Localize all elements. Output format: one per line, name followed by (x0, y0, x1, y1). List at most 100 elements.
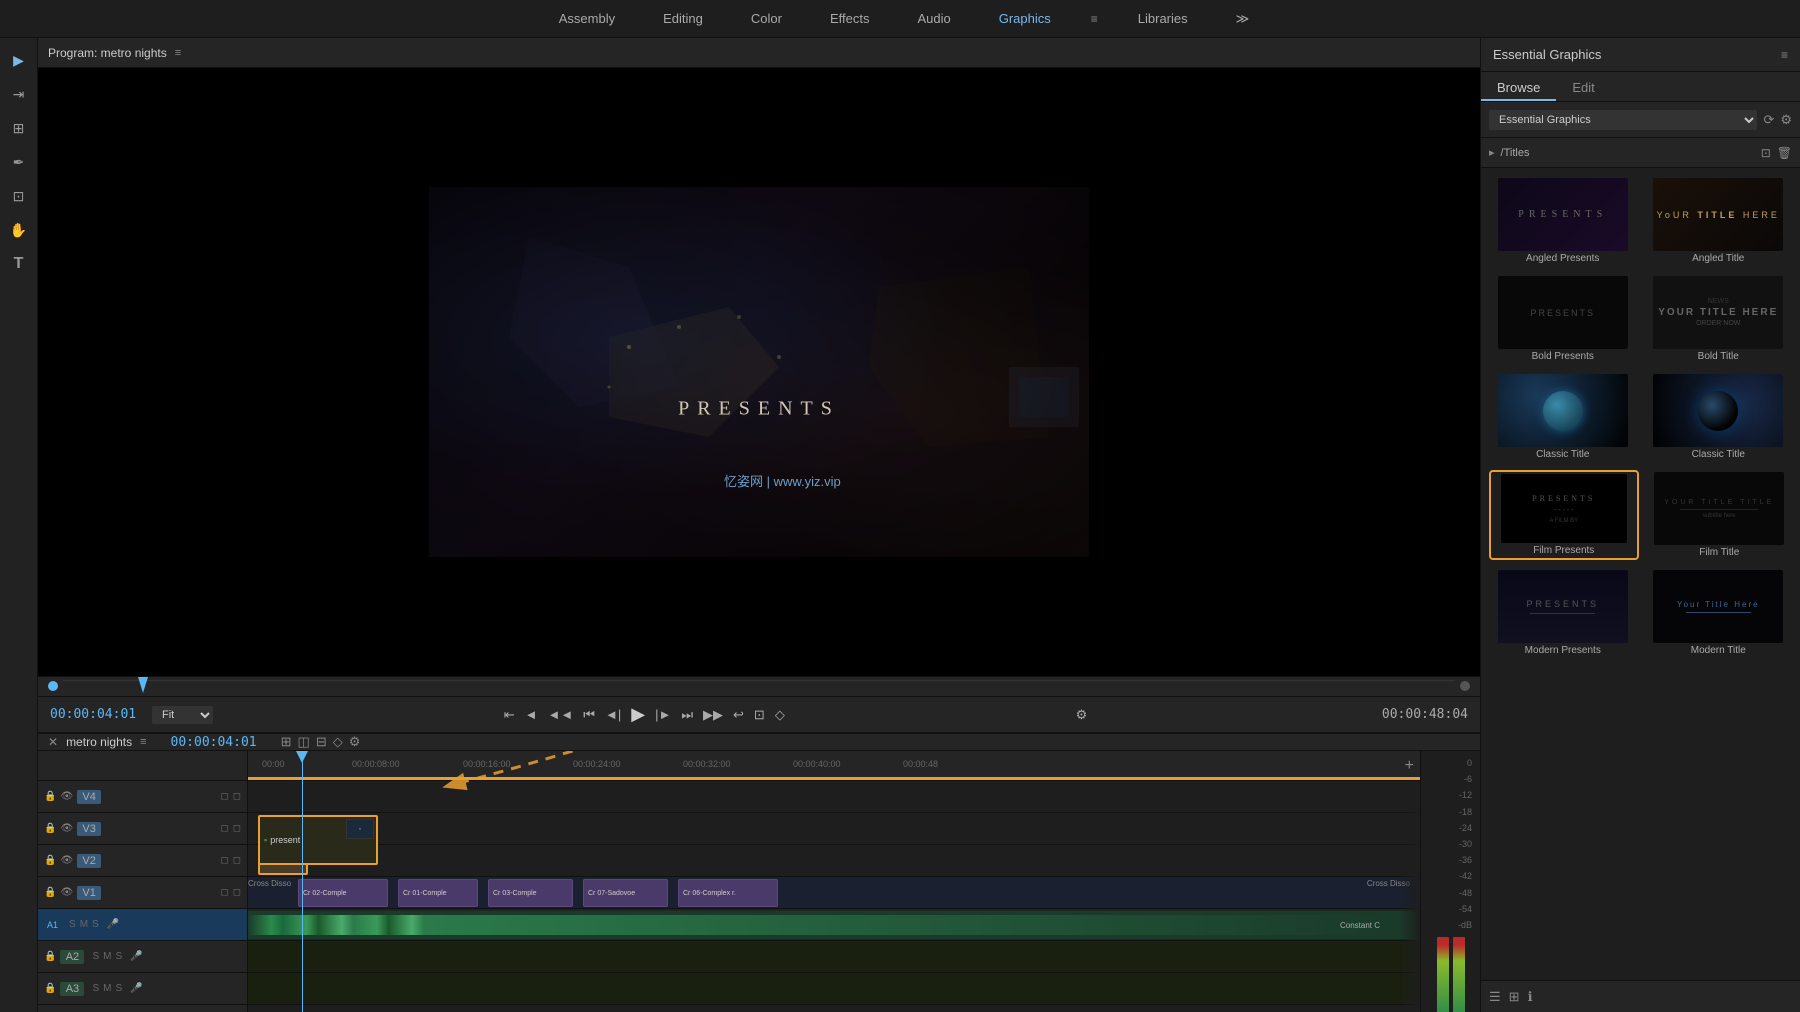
tl-settings[interactable]: ⚙ (349, 734, 361, 750)
lock-v1[interactable]: 🔒 (44, 887, 56, 898)
eg-item-modern-title[interactable]: Your Title Here Modern Title (1645, 568, 1793, 658)
record-a1[interactable]: S (92, 919, 99, 930)
clip-03comple[interactable]: Cr 03-Comple (488, 879, 573, 907)
eg-item-classic-sphere[interactable]: Classic Title (1489, 372, 1637, 462)
solo-v1[interactable]: ◻ (220, 887, 228, 898)
eye-v4[interactable]: 👁 (60, 791, 73, 802)
nav-more-icon[interactable]: ≫ (1236, 11, 1250, 27)
eg-delete[interactable]: 🗑 (1777, 146, 1792, 160)
eg-item-classic-title[interactable]: Classic Title (1645, 372, 1793, 462)
tl-linked[interactable]: ⊟ (316, 734, 327, 750)
mute-v4[interactable]: ◻ (233, 791, 241, 802)
mute-a3[interactable]: M (103, 983, 111, 994)
record-a3[interactable]: S (115, 983, 122, 994)
eg-item-angled-presents[interactable]: PRESENTS Angled Presents (1489, 176, 1637, 266)
monitor-menu-icon[interactable]: ≡ (175, 47, 181, 59)
mic-a3[interactable]: 🎤 (130, 983, 142, 994)
pb-prev-edit[interactable]: ⏮ (583, 707, 595, 723)
fp-sub2: A FILM BY (1549, 518, 1578, 524)
solo-a2[interactable]: S (92, 951, 99, 962)
mute-v1[interactable]: ◻ (233, 887, 241, 898)
eg-tab-edit[interactable]: Edit (1556, 76, 1610, 101)
eg-refresh-icon[interactable]: ⟳ (1763, 112, 1774, 128)
pb-step-back[interactable]: ◄ (525, 707, 538, 722)
clip-06complex[interactable]: Cr 06-Complex r. (678, 879, 778, 907)
nav-graphics-menu-icon[interactable]: ≡ (1091, 12, 1098, 26)
timeline-header: ✕ metro nights ≡ 00:00:04:01 ⊞ ◫ ⊟ ◇ ⚙ (38, 734, 1480, 751)
mic-a2[interactable]: 🎤 (130, 951, 142, 962)
clip-01comple[interactable]: Cr 01-Comple (398, 879, 478, 907)
ripple-edit-tool[interactable]: ⊞ (5, 114, 33, 142)
selection-tool[interactable]: ▶ (5, 46, 33, 74)
eg-item-bold-presents[interactable]: PRESENTS Bold Presents (1489, 274, 1637, 364)
pen-tool[interactable]: ✒ (5, 148, 33, 176)
mic-a1[interactable]: 🎤 (107, 919, 119, 930)
nav-effects[interactable]: Effects (822, 7, 878, 30)
hand-tool[interactable]: ✋ (5, 216, 33, 244)
solo-v3[interactable]: ◻ (220, 823, 228, 834)
solo-a3[interactable]: S (92, 983, 99, 994)
timeline-menu-icon[interactable]: ≡ (140, 736, 146, 748)
nav-editing[interactable]: Editing (655, 7, 711, 30)
clip-07sadovoe[interactable]: Cr 07-Sadovoe (583, 879, 668, 907)
ruler-mark-24: 00:00:24:00 (573, 759, 621, 769)
eg-new-folder[interactable]: ⊡ (1761, 146, 1771, 160)
eye-v2[interactable]: 👁 (60, 855, 73, 866)
mute-v3[interactable]: ◻ (233, 823, 241, 834)
nav-assembly[interactable]: Assembly (551, 7, 623, 30)
clip-present[interactable]: ▪ present ▪ (258, 815, 378, 865)
eg-item-angled-title[interactable]: YoUR TITLE HERE Angled Title (1645, 176, 1793, 266)
eg-list-view[interactable]: ☰ (1489, 989, 1501, 1005)
nav-libraries[interactable]: Libraries (1130, 7, 1196, 30)
pb-to-in[interactable]: ⇤ (504, 707, 515, 723)
pb-step-fwd2[interactable]: ▶▶ (703, 707, 723, 723)
eg-settings-icon[interactable]: ⚙ (1780, 112, 1792, 128)
pb-markers[interactable]: ◇ (775, 707, 785, 723)
pb-loop[interactable]: ↩ (733, 707, 744, 723)
eg-item-modern-presents[interactable]: PRESENTS Modern Presents (1489, 568, 1637, 658)
type-tool[interactable]: T (5, 250, 33, 278)
timeline-close[interactable]: ✕ (48, 735, 58, 749)
nav-graphics[interactable]: Graphics (991, 7, 1059, 30)
lock-v2[interactable]: 🔒 (44, 855, 56, 866)
solo-v2[interactable]: ◻ (220, 855, 228, 866)
eye-v1[interactable]: 👁 (60, 887, 73, 898)
mute-a1[interactable]: M (80, 919, 88, 930)
solo-v4[interactable]: ◻ (220, 791, 228, 802)
tl-snap[interactable]: ◫ (298, 734, 310, 750)
eg-info[interactable]: ℹ (1528, 989, 1533, 1005)
eg-grid-view[interactable]: ⊞ (1509, 989, 1520, 1005)
record-a2[interactable]: S (115, 951, 122, 962)
mute-a2[interactable]: M (103, 951, 111, 962)
eg-item-bold-title[interactable]: NEWS YOUR TITLE HERE ORDER NOW Bold Titl… (1645, 274, 1793, 364)
tl-markers[interactable]: ◇ (333, 734, 343, 750)
pb-step-back2[interactable]: ◄◄ (548, 707, 574, 722)
pb-export-frame[interactable]: ⊡ (754, 707, 765, 723)
mute-v2[interactable]: ◻ (233, 855, 241, 866)
pb-forward[interactable]: |► (655, 707, 671, 722)
nav-color[interactable]: Color (743, 7, 790, 30)
add-track-button[interactable]: + (1399, 751, 1420, 781)
lock-v3[interactable]: 🔒 (44, 823, 56, 834)
pb-next-edit[interactable]: ⏭ (681, 707, 693, 723)
tl-ripple[interactable]: ⊞ (281, 734, 292, 750)
track-select-tool[interactable]: ⇥ (5, 80, 33, 108)
pb-rewind[interactable]: ◄| (605, 707, 621, 722)
multi-track-tool[interactable]: ⊡ (5, 182, 33, 210)
lock-v4[interactable]: 🔒 (44, 791, 56, 802)
lock-a2[interactable]: 🔒 (44, 951, 56, 962)
pb-play[interactable]: ▶ (631, 704, 645, 725)
clip-02comple[interactable]: Cr 02-Comple (298, 879, 388, 907)
eg-library-select[interactable]: Essential Graphics (1489, 110, 1757, 130)
fit-select[interactable]: Fit 25% 50% 100% (152, 706, 213, 724)
eg-panel-menu[interactable]: ≡ (1781, 48, 1788, 62)
eg-item-film-title[interactable]: YOUR TITLE TITLE subtitle here Film Titl… (1647, 470, 1793, 560)
nav-audio[interactable]: Audio (909, 7, 958, 30)
solo-a1[interactable]: S (69, 919, 76, 930)
settings-icon[interactable]: ⚙ (1076, 707, 1088, 723)
eg-tab-browse[interactable]: Browse (1481, 76, 1556, 101)
lock-a3[interactable]: 🔒 (44, 983, 56, 994)
eg-item-film-presents[interactable]: PRESENTS - - - - - A FILM BY Film Presen… (1489, 470, 1639, 560)
vol-42: -42 (1459, 868, 1472, 884)
eye-v3[interactable]: 👁 (60, 823, 73, 834)
